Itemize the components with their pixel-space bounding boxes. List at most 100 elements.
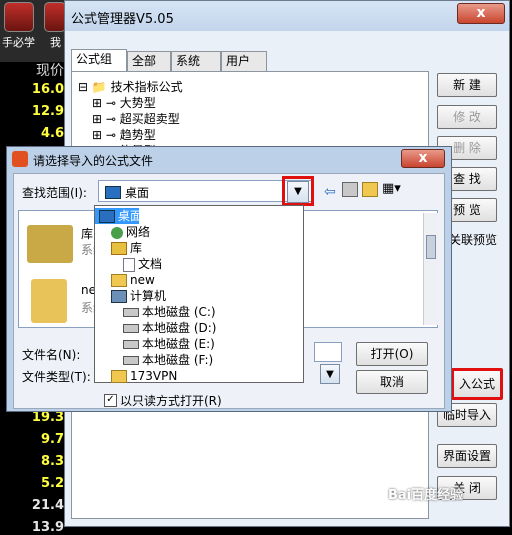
dropdown-item[interactable]: 文档 bbox=[95, 256, 303, 272]
expand-icon[interactable]: ⊞ bbox=[92, 128, 102, 142]
folder-icon bbox=[111, 274, 127, 287]
dropdown-item-label: 本地磁盘 (C:) bbox=[142, 305, 216, 319]
dropdown-item[interactable]: 网络 bbox=[95, 224, 303, 240]
toolbar-label[interactable]: 我 bbox=[50, 34, 61, 50]
look-in-value: 桌面 bbox=[125, 186, 150, 200]
desktop-icon bbox=[99, 210, 115, 223]
dropdown-item[interactable]: 本地磁盘 (C:) bbox=[95, 304, 303, 320]
column-header: 现价 bbox=[36, 63, 64, 79]
tree-item[interactable]: ⊞ ⊸ 大势型 bbox=[92, 94, 156, 111]
expand-icon[interactable]: ⊞ bbox=[92, 96, 102, 110]
open-button[interactable]: 打开(O) bbox=[356, 342, 428, 366]
tree-item-label: 大势型 bbox=[119, 96, 156, 110]
dropdown-item[interactable]: 桌面 bbox=[95, 208, 143, 224]
title-bar: 公式管理器V5.05 x bbox=[65, 1, 509, 31]
chevron-down-icon[interactable]: ▼ bbox=[320, 364, 340, 384]
disk-icon bbox=[123, 356, 139, 365]
tree-item[interactable]: ⊟ 📁 技术指标公式 bbox=[78, 78, 183, 95]
tree-item-label: 超买超卖型 bbox=[119, 112, 180, 126]
dropdown-item-label: 桌面 bbox=[118, 209, 143, 223]
view-menu-icon[interactable]: ▦▾ bbox=[382, 181, 401, 196]
filename-input[interactable] bbox=[314, 342, 342, 362]
new-button[interactable]: 新 建 bbox=[437, 73, 497, 97]
look-in-label: 查找范围(I): bbox=[22, 186, 87, 200]
associated-preview-checkbox[interactable]: 关联预览 bbox=[449, 231, 497, 248]
price-cell: 4.6 bbox=[40, 126, 64, 141]
up-folder-icon[interactable] bbox=[342, 182, 358, 197]
file-name[interactable]: 库 bbox=[81, 225, 93, 242]
dropdown-item[interactable]: 173VPN bbox=[95, 368, 303, 384]
price-cell: 12.9 bbox=[31, 104, 64, 119]
dropdown-item-label: 库 bbox=[130, 241, 143, 255]
dialog-close-button[interactable]: x bbox=[401, 149, 445, 168]
document-icon bbox=[123, 257, 135, 272]
folder-icon bbox=[31, 279, 67, 323]
dropdown-item[interactable]: new bbox=[95, 272, 303, 288]
dropdown-item-label: new bbox=[130, 273, 155, 287]
readonly-checkbox[interactable]: ✓ bbox=[104, 394, 117, 407]
dropdown-item-label: 计算机 bbox=[130, 289, 167, 303]
dropdown-item-label: 本地磁盘 (E:) bbox=[142, 337, 215, 351]
price-cell: 8.3 bbox=[40, 454, 64, 469]
collapse-icon[interactable]: ⊟ bbox=[78, 80, 88, 94]
price-cell: 13.9 bbox=[31, 520, 64, 535]
price-cell: 9.7 bbox=[40, 432, 64, 447]
readonly-label: 以只读方式打开(R) bbox=[120, 394, 222, 408]
tab-user[interactable]: 用户 bbox=[221, 51, 267, 71]
scrollbar-thumb[interactable] bbox=[426, 235, 436, 259]
expand-icon[interactable]: ⊞ bbox=[92, 112, 102, 126]
app-icon[interactable] bbox=[4, 2, 34, 32]
key-icon: ⊸ bbox=[102, 96, 120, 110]
filename-label: 文件名(N): bbox=[22, 348, 81, 362]
key-icon: ⊸ bbox=[102, 112, 120, 126]
dialog-title-bar: 请选择导入的公式文件 x bbox=[7, 147, 451, 173]
tree-item[interactable]: ⊞ ⊸ 超买超卖型 bbox=[92, 110, 180, 127]
disk-icon bbox=[123, 324, 139, 333]
price-cell: 21.4 bbox=[31, 498, 64, 513]
scrollbar[interactable] bbox=[423, 213, 438, 325]
look-in-dropdown[interactable]: 桌面网络库文档 new 计算机本地磁盘 (C:) 本地磁盘 (D:) 本地磁盘 (E:)… bbox=[94, 205, 304, 383]
disk-icon bbox=[123, 340, 139, 349]
chevron-down-icon[interactable]: ▼ bbox=[287, 181, 309, 203]
library-icon bbox=[27, 225, 73, 263]
dropdown-item[interactable]: 计算机 bbox=[95, 288, 303, 304]
tab-formula-group[interactable]: 公式组 bbox=[71, 49, 127, 71]
dropdown-item-label: 173VPN bbox=[130, 369, 178, 383]
close-button[interactable]: x bbox=[457, 3, 505, 24]
tree-item-label: 技术指标公式 bbox=[110, 80, 183, 94]
back-icon[interactable]: ⇦ bbox=[324, 184, 336, 200]
filetype-label: 文件类型(T): bbox=[22, 370, 91, 384]
app-icon bbox=[12, 151, 28, 167]
library-icon bbox=[111, 242, 127, 255]
tab-system[interactable]: 系统 bbox=[171, 51, 221, 71]
price-cell: 5.2 bbox=[40, 476, 64, 491]
folder-icon: 📁 bbox=[88, 80, 111, 94]
desktop-icon bbox=[105, 186, 121, 199]
dropdown-item[interactable]: 本地磁盘 (D:) bbox=[95, 320, 303, 336]
toolbar-label[interactable]: 手必学 bbox=[2, 34, 35, 50]
tree-item[interactable]: ⊞ ⊸ 趋势型 bbox=[92, 126, 156, 143]
dropdown-item[interactable]: 库 bbox=[95, 240, 303, 256]
tab-all[interactable]: 全部 bbox=[127, 51, 171, 71]
folder-icon bbox=[111, 370, 127, 383]
dropdown-item-label: 文档 bbox=[138, 257, 163, 271]
watermark: Bai百度经验 bbox=[388, 488, 464, 503]
app-icon[interactable] bbox=[44, 2, 66, 32]
dropdown-item[interactable]: 本地磁盘 (E:) bbox=[95, 336, 303, 352]
dropdown-item[interactable]: 本地磁盘 (F:) bbox=[95, 352, 303, 368]
new-folder-icon[interactable] bbox=[362, 182, 378, 197]
dialog-title: 请选择导入的公式文件 bbox=[33, 154, 154, 168]
disk-icon bbox=[123, 308, 139, 317]
cancel-button[interactable]: 取消 bbox=[356, 370, 428, 394]
edit-button[interactable]: 修 改 bbox=[437, 105, 497, 129]
ui-settings-button[interactable]: 界面设置 bbox=[437, 444, 497, 468]
computer-icon bbox=[111, 290, 127, 303]
dropdown-item-label: 本地磁盘 (F:) bbox=[142, 353, 214, 367]
dropdown-item-label: 本地磁盘 (D:) bbox=[142, 321, 217, 335]
import-formula-button[interactable]: 入公式 bbox=[451, 368, 503, 400]
tree-item-label: 趋势型 bbox=[119, 128, 156, 142]
price-cell: 16.0 bbox=[31, 82, 64, 97]
dropdown-item-label: 网络 bbox=[126, 225, 151, 239]
price-cell: 19.3 bbox=[31, 410, 64, 425]
tab-bar: 公式组 全部 系统 用户 bbox=[65, 49, 443, 73]
